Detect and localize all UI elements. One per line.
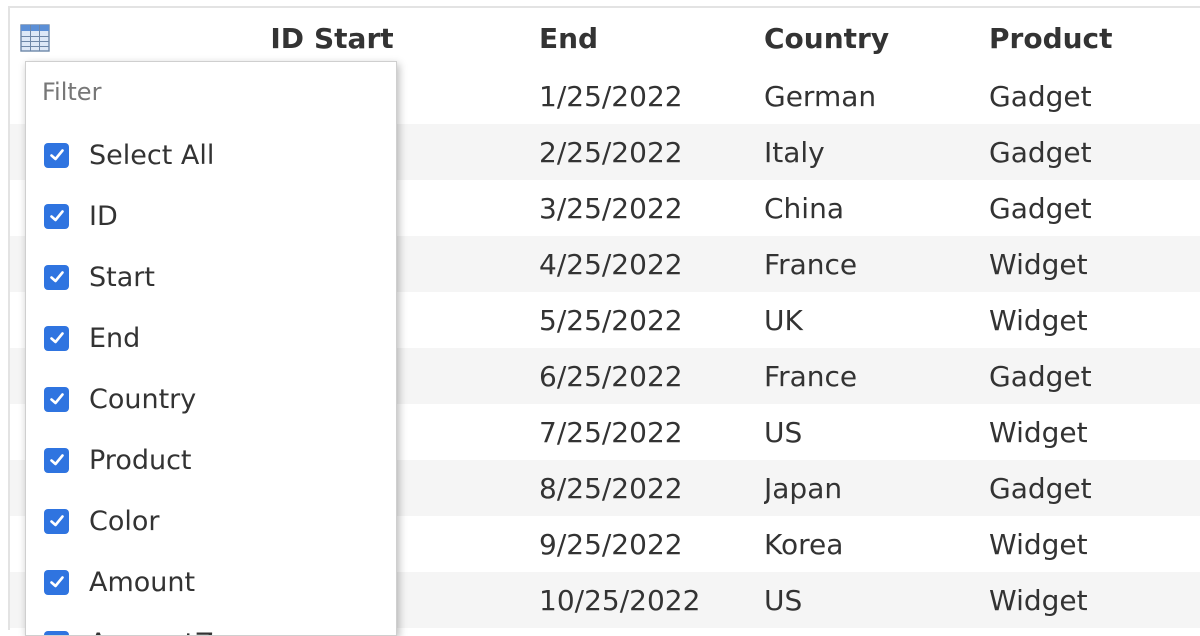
cell-country[interactable]: US: [764, 404, 989, 460]
check-icon: [48, 268, 66, 286]
cell-product[interactable]: Gadget: [989, 68, 1200, 124]
column-header-country[interactable]: Country: [764, 8, 989, 68]
check-icon: [48, 329, 66, 347]
cell-end[interactable]: 2/25/2022: [539, 124, 764, 180]
column-header-id[interactable]: ID: [250, 8, 314, 68]
check-icon: [48, 390, 66, 408]
cell-end[interactable]: 3/25/2022: [539, 180, 764, 236]
filter-title: Filter: [42, 78, 101, 106]
filter-option-start[interactable]: Start: [44, 257, 155, 297]
cell-country[interactable]: France: [764, 348, 989, 404]
filter-option-label: ID: [89, 201, 118, 232]
cell-product[interactable]: Widget: [989, 404, 1200, 460]
filter-option-amount[interactable]: Amount: [44, 562, 195, 602]
checkbox-checked[interactable]: [44, 509, 69, 534]
column-filter-popup: Filter Select All ID Start End Country Produc…: [25, 61, 397, 636]
checkbox-checked[interactable]: [44, 631, 69, 636]
column-picker-button[interactable]: [19, 22, 51, 54]
cell-end[interactable]: 9/25/2022: [539, 516, 764, 572]
column-header-product[interactable]: Product: [989, 8, 1200, 68]
filter-option-id[interactable]: ID: [44, 196, 118, 236]
cell-end[interactable]: 8/25/2022: [539, 460, 764, 516]
column-header-end[interactable]: End: [539, 8, 764, 68]
cell-product[interactable]: Gadget: [989, 348, 1200, 404]
cell-product[interactable]: Widget: [989, 572, 1200, 628]
cell-end[interactable]: 6/25/2022: [539, 348, 764, 404]
filter-option-label: Start: [89, 262, 155, 293]
filter-option-label: Product: [89, 445, 192, 476]
check-icon: [48, 451, 66, 469]
checkbox-checked[interactable]: [44, 570, 69, 595]
cell-country[interactable]: Italy: [764, 124, 989, 180]
cell-end[interactable]: 1/25/2022: [539, 68, 764, 124]
filter-option-country[interactable]: Country: [44, 379, 196, 419]
cell-end[interactable]: 4/25/2022: [539, 236, 764, 292]
header-row: ID Start End Country Product: [10, 8, 1200, 68]
check-icon: [48, 573, 66, 591]
filter-option-label: Color: [89, 506, 160, 537]
filter-option-end[interactable]: End: [44, 318, 140, 358]
filter-option-product[interactable]: Product: [44, 440, 192, 480]
checkbox-checked[interactable]: [44, 326, 69, 351]
cell-product[interactable]: Widget: [989, 516, 1200, 572]
cell-product[interactable]: Gadget: [989, 180, 1200, 236]
check-icon: [48, 512, 66, 530]
filter-option-color[interactable]: Color: [44, 501, 160, 541]
filter-option-label: End: [89, 323, 140, 354]
filter-option-select-all[interactable]: Select All: [44, 135, 214, 175]
filter-option-label: Select All: [89, 140, 214, 171]
checkbox-checked[interactable]: [44, 143, 69, 168]
cell-country[interactable]: UK: [764, 292, 989, 348]
cell-end[interactable]: 5/25/2022: [539, 292, 764, 348]
cell-end[interactable]: 10/25/2022: [539, 572, 764, 628]
cell-country[interactable]: Korea: [764, 516, 989, 572]
checkbox-checked[interactable]: [44, 265, 69, 290]
cell-country[interactable]: France: [764, 236, 989, 292]
checkbox-checked[interactable]: [44, 387, 69, 412]
filter-option-label: Amount: [89, 567, 195, 598]
cell-product[interactable]: Widget: [989, 292, 1200, 348]
filter-option-label: Country: [89, 384, 196, 415]
column-header-start[interactable]: Start: [314, 8, 539, 68]
cell-end[interactable]: 7/25/2022: [539, 404, 764, 460]
filter-option-label: AmountZ: [89, 628, 214, 636]
cell-product[interactable]: Gadget: [989, 460, 1200, 516]
cell-product[interactable]: Gadget: [989, 124, 1200, 180]
check-icon: [48, 207, 66, 225]
cell-product[interactable]: Widget: [989, 236, 1200, 292]
cell-country[interactable]: China: [764, 180, 989, 236]
checkbox-checked[interactable]: [44, 448, 69, 473]
cell-country[interactable]: German: [764, 68, 989, 124]
check-icon: [48, 146, 66, 164]
table-columns-icon: [19, 22, 51, 54]
cell-country[interactable]: Japan: [764, 460, 989, 516]
cell-country[interactable]: US: [764, 572, 989, 628]
checkbox-checked[interactable]: [44, 204, 69, 229]
